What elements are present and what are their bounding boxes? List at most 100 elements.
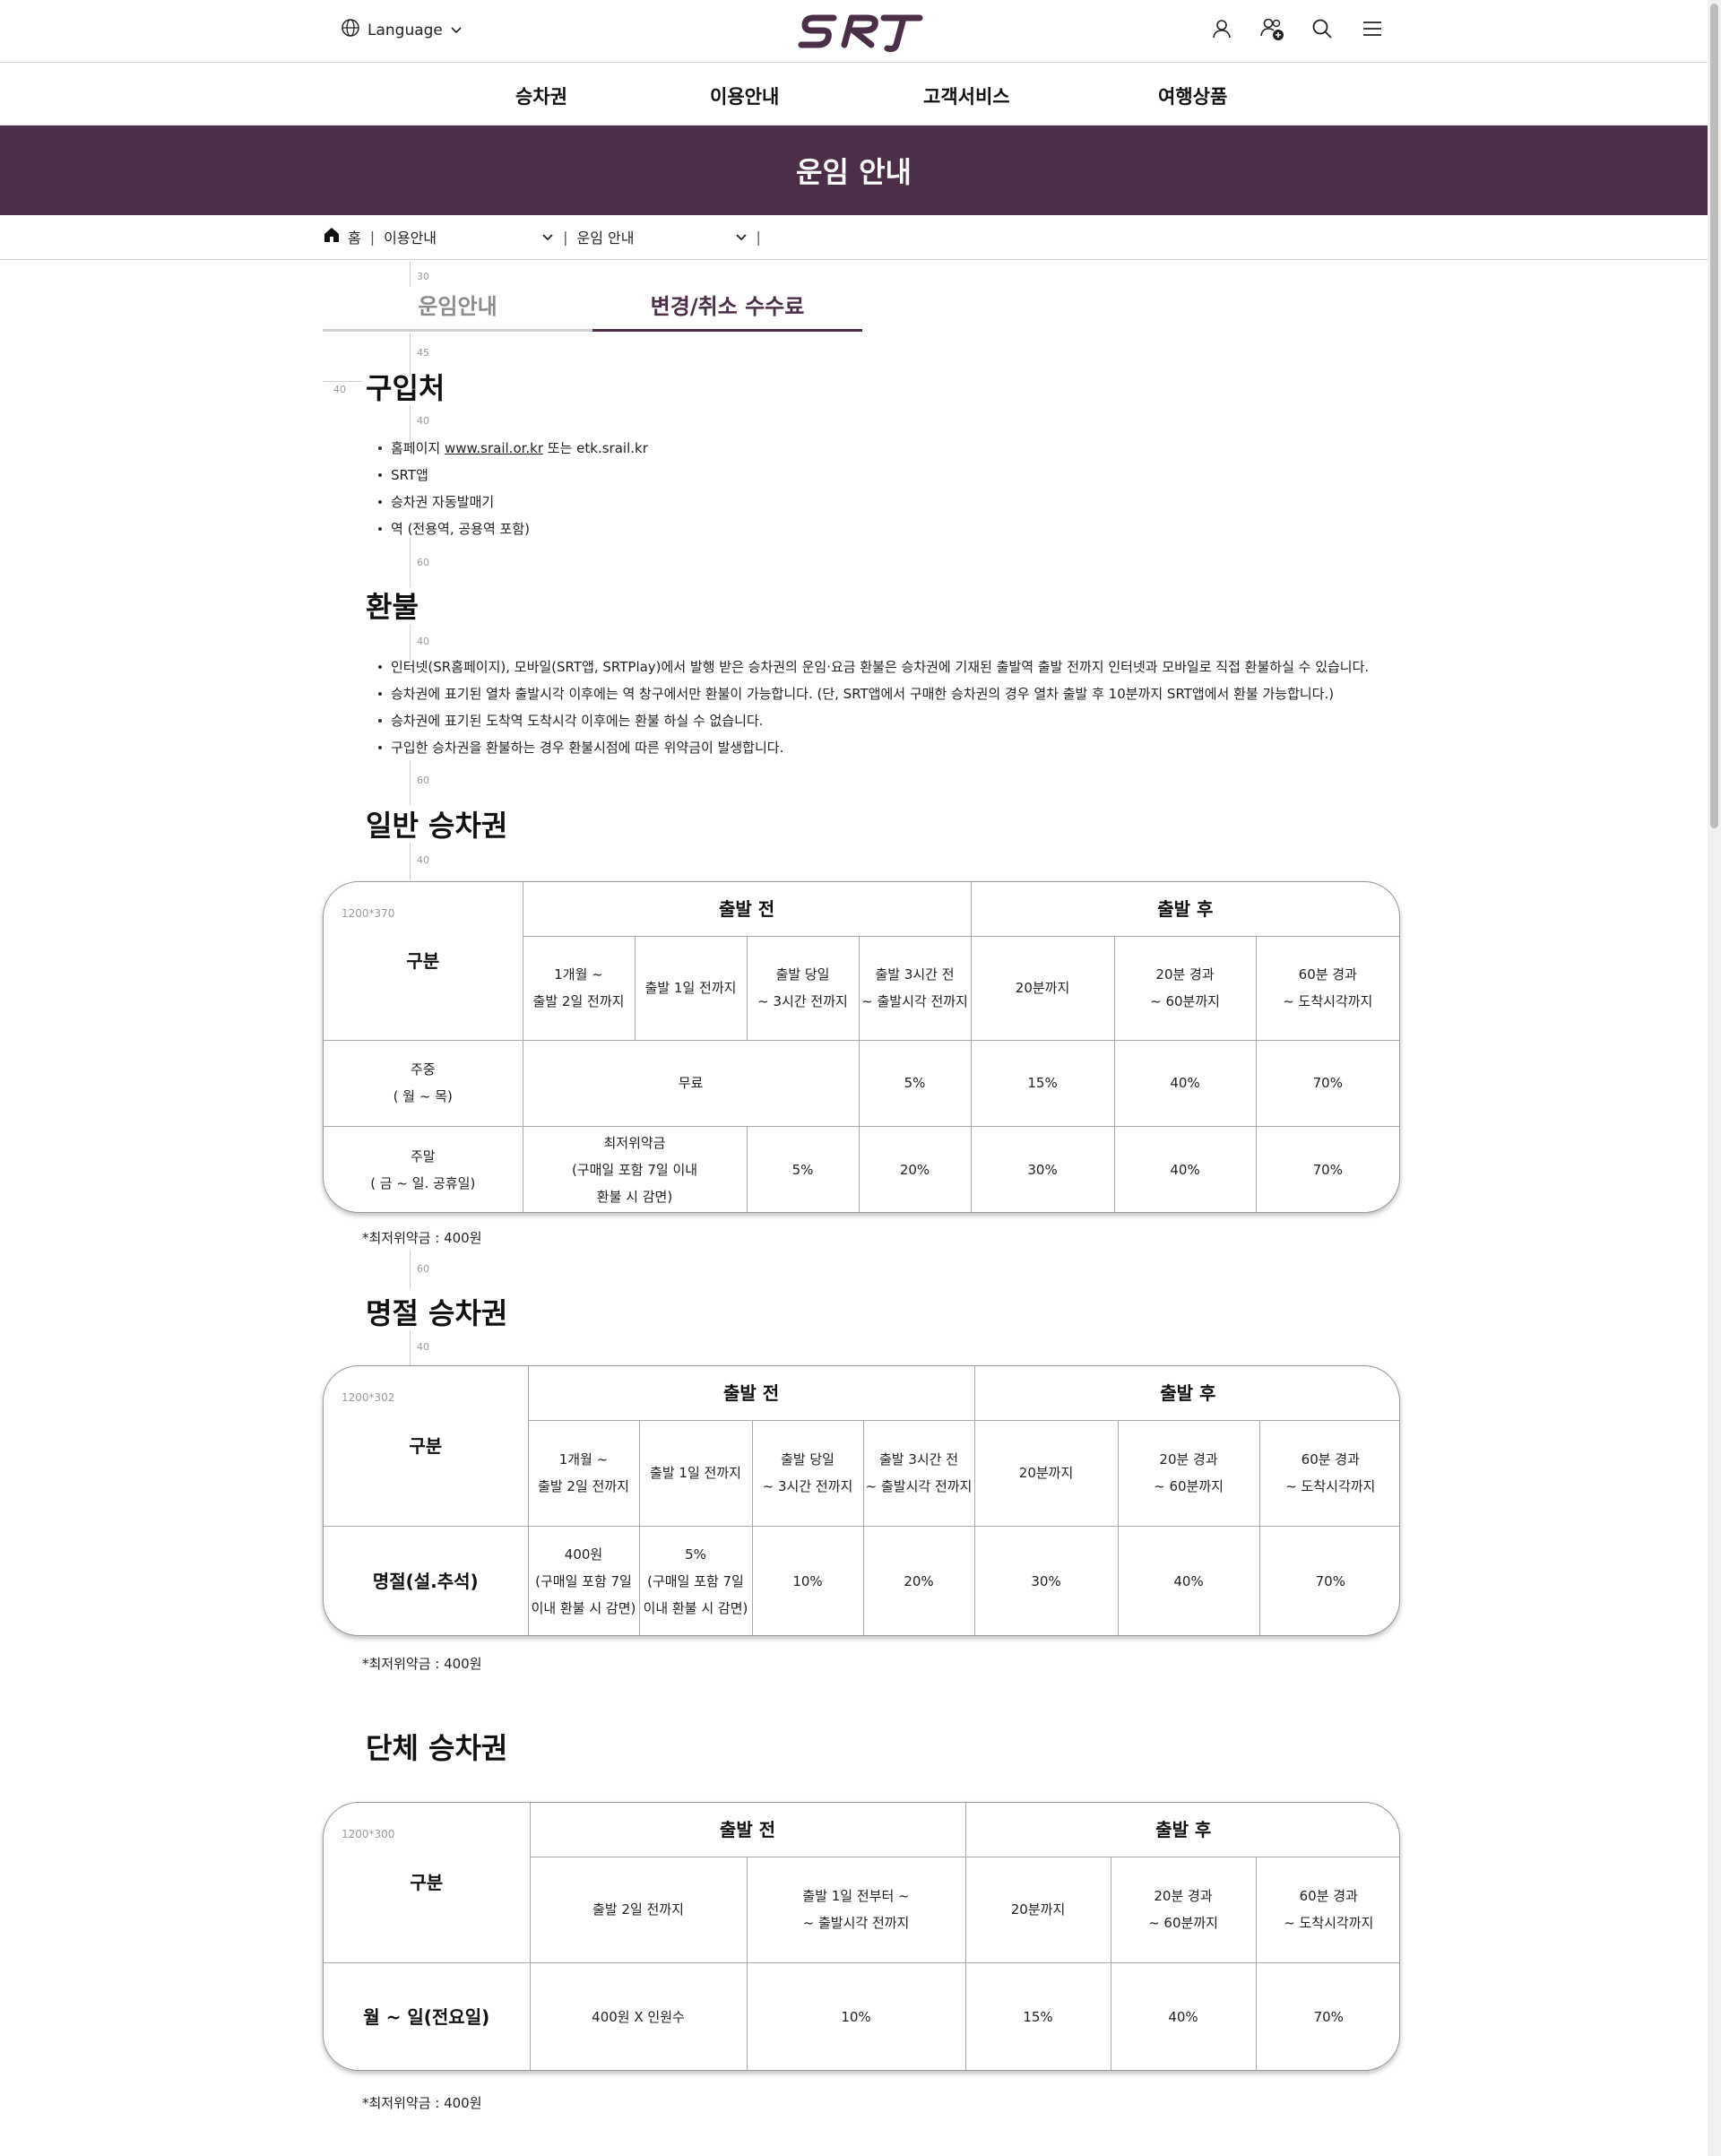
nav-travel-products[interactable]: 여행상품 (1158, 82, 1227, 109)
cell-text-line: 20분 경과 (1154, 1888, 1213, 1904)
list-item: SRT앱 (376, 462, 648, 489)
column-header: 출발 1일 전까지 (638, 1419, 753, 1527)
breadcrumb-level2-select[interactable]: 운임 안내 (577, 226, 748, 247)
cell-text: 출발 2일 전까지 (531, 1896, 747, 1923)
chevron-down-icon (735, 229, 748, 246)
homepage-prefix: 홈페이지 (391, 440, 445, 456)
tab-change-cancel-fee[interactable]: 변경/취소 수수료 (592, 287, 862, 332)
spacing-label: 40 (417, 1341, 429, 1353)
cell-text-line: 환불 시 감면) (596, 1189, 673, 1206)
tab-fare-guide[interactable]: 운임안내 (323, 287, 592, 332)
table-cell: 40% (1110, 1961, 1257, 2070)
label-column-header: 구분 (324, 1366, 529, 1527)
homepage-link[interactable]: www.srail.or.kr (445, 440, 543, 456)
cell-text-line: (구매일 포함 7일 이내 (571, 1162, 698, 1179)
nav-customer-service[interactable]: 고객서비스 (923, 82, 1010, 109)
spacing-guide (410, 843, 411, 880)
cell-text-line: 출발 1일 전까지 (650, 1465, 741, 1481)
section-title-text: 환불 (366, 590, 419, 624)
cell-text-line: ~ 출발시각 전까지 (802, 1915, 910, 1931)
globe-icon (341, 18, 360, 42)
page-banner: 운임 안내 (0, 126, 1708, 215)
spacing-guide (410, 262, 411, 287)
cell-text-line: 출발 3시간 전 (878, 1451, 959, 1468)
list-item: 홈페이지 www.srail.or.kr 또는 etk.srail.kr (376, 435, 648, 462)
home-icon[interactable] (323, 226, 341, 247)
cell-text: 출발 1일 전부터 ~ ~ 출발시각 전까지 (748, 1883, 965, 1936)
cell-text-line: 20분까지 (1015, 980, 1070, 996)
cell-text-line: ~ 도착시각까지 (1283, 993, 1373, 1009)
fee-note: *최저위약금 : 400원 (362, 1656, 482, 1672)
cell-text-line: 이내 환불 시 감면) (531, 1600, 636, 1617)
table-cell: 400원 (구매일 포함 7일 이내 환불 시 감면) (527, 1525, 640, 1635)
column-header: 출발 1일 전까지 (634, 935, 748, 1041)
page-scrollbar[interactable] (1708, 0, 1721, 2156)
spacing-guide (410, 538, 411, 587)
size-tag: 1200*302 (342, 1391, 395, 1404)
menu-icon[interactable] (1360, 16, 1385, 41)
list-item: 승차권에 표기된 열차 출발시각 이후에는 역 창구에서만 환불이 가능합니다.… (376, 680, 1369, 707)
spacing-guide-horizontal (323, 381, 362, 382)
section-title-holiday: 명절 승차권 (362, 1291, 508, 1332)
nav-tickets[interactable]: 승차권 (515, 82, 567, 109)
table-cell: 40% (1113, 1039, 1257, 1127)
after-departure-header: 출발 후 (970, 882, 1399, 937)
cell-text: 5% (구매일 포함 7일 이내 환불 시 감면) (640, 1541, 752, 1622)
row-label: 월 ~ 일(전요일) (324, 1961, 531, 2070)
cell-text-line: 주말 (410, 1148, 436, 1165)
label-column-header: 구분 (324, 882, 523, 1041)
cell-text: 400원 (구매일 포함 7일 이내 환불 시 감면) (529, 1541, 639, 1622)
column-header: 출발 당일 ~ 3시간 전까지 (746, 935, 860, 1041)
spacing-guide (410, 1250, 411, 1289)
cell-text-line: 1개월 ~ (554, 966, 603, 983)
language-selector[interactable]: Language (341, 18, 463, 42)
add-user-icon[interactable] (1259, 16, 1284, 41)
srt-logo[interactable] (798, 11, 923, 52)
cell-text-line: (구매일 포함 7일 (647, 1573, 744, 1590)
spacing-label: 60 (417, 775, 429, 786)
cell-text-line: 이내 환불 시 감면) (643, 1600, 748, 1617)
scrollbar-thumb[interactable] (1710, 4, 1718, 828)
chevron-down-icon (450, 22, 463, 39)
breadcrumb: 홈 | 이용안내 | 운임 안내 | (0, 215, 1708, 260)
section-title-text: 명절 승차권 (366, 1296, 508, 1330)
cell-text-line: ~ 3시간 전까지 (762, 1478, 853, 1494)
section-title-text: 구입처 (366, 371, 445, 405)
global-nav: 승차권 이용안내 고객서비스 여행상품 (0, 63, 1708, 126)
cell-text-line: (구매일 포함 7일 (535, 1573, 632, 1590)
cell-text-line: ~ 60분까지 (1154, 1478, 1224, 1494)
cell-text-line: 출발 1일 전까지 (644, 980, 737, 996)
breadcrumb-home[interactable]: 홈 (348, 226, 361, 247)
section-title-group: 단체 승차권 (362, 1726, 507, 1767)
table-cell: 10% (746, 1961, 966, 2070)
user-icon[interactable] (1209, 16, 1234, 41)
cell-text: 출발 3시간 전 ~ 출발시각 전까지 (864, 1446, 974, 1500)
spacing-guide (410, 760, 411, 805)
breadcrumb-level1-select[interactable]: 이용안내 (384, 226, 554, 247)
spacing-label: 30 (417, 271, 429, 282)
column-header: 20분까지 (970, 935, 1115, 1041)
nav-guide[interactable]: 이용안내 (710, 82, 779, 109)
spacing-label: 60 (417, 1263, 429, 1275)
cell-text: 1개월 ~ 출발 2일 전까지 (529, 1446, 639, 1500)
search-icon[interactable] (1310, 16, 1335, 41)
cell-text: 주중 ( 월 ~ 목) (324, 1056, 523, 1110)
column-header: 60분 경과 ~ 도착시각까지 (1258, 1419, 1399, 1527)
group-fee-table: 1200*300 구분 출발 전 출발 후 출발 2일 전까지 출발 1일 전부… (323, 1802, 1400, 2071)
cell-text: 20분 경과 ~ 60분까지 (1111, 1883, 1256, 1936)
table-cell: 5% (858, 1039, 972, 1127)
cell-text: 60분 경과 ~ 도착시각까지 (1260, 1446, 1399, 1500)
size-tag: 1200*300 (342, 1828, 395, 1840)
refund-list: 인터넷(SR홈페이지), 모바일(SRT앱, SRTPlay)에서 발행 받은 … (376, 654, 1369, 761)
cell-text-line: 출발 3시간 전 (875, 966, 955, 983)
cell-text: 출발 당일 ~ 3시간 전까지 (753, 1446, 863, 1500)
cell-text-line: 20분까지 (1010, 1901, 1066, 1918)
spacing-label: 40 (417, 854, 429, 866)
fee-note: *최저위약금 : 400원 (362, 1230, 482, 1246)
purchase-list: 홈페이지 www.srail.or.kr 또는 etk.srail.kr SRT… (376, 435, 648, 542)
cell-text-line: 60분 경과 (1298, 966, 1357, 983)
cell-text-line: 20분 경과 (1155, 966, 1215, 983)
section-title-text: 일반 승차권 (366, 809, 508, 843)
spacing-label: 60 (417, 557, 429, 568)
label-column-header: 구분 (324, 1803, 531, 1963)
